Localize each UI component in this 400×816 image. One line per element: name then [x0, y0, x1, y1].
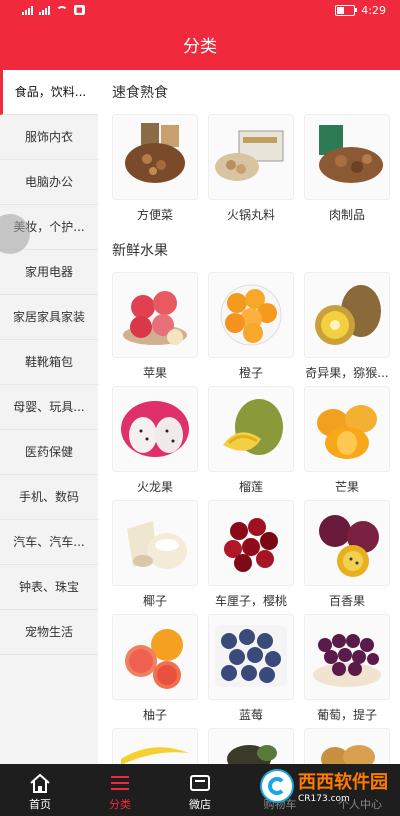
product-tile[interactable]	[208, 728, 294, 764]
clock: 4:29	[361, 4, 386, 17]
product-tile[interactable]: 车厘子，樱桃	[208, 500, 294, 609]
product-label: 葡萄，提子	[316, 708, 377, 722]
product-tile[interactable]: 百香果	[304, 500, 390, 609]
product-tile[interactable]: 奇异果，猕猴...	[304, 272, 390, 381]
watermark: 西西软件园 CR173.com	[260, 768, 388, 804]
pear-image	[304, 728, 390, 764]
grape-image	[304, 614, 390, 700]
product-tile[interactable]: 火龙果	[112, 386, 198, 495]
menu-icon	[108, 772, 132, 794]
product-tile[interactable]: 榴莲	[208, 386, 294, 495]
product-tile[interactable]: 柚子	[112, 614, 198, 723]
section-title: 速食熟食	[112, 85, 168, 101]
sidebar-item-watches[interactable]: 钟表、珠宝	[0, 565, 98, 610]
product-tile[interactable]	[112, 728, 198, 764]
passionfruit-image	[304, 500, 390, 586]
sidebar-item-auto[interactable]: 汽车、汽车...	[0, 520, 98, 565]
section-title: 新鲜水果	[112, 243, 168, 259]
product-tile[interactable]: 苹果	[112, 272, 198, 381]
wifi-icon	[56, 5, 68, 15]
product-label: 榴莲	[238, 480, 263, 494]
product-label: 肉制品	[328, 208, 365, 222]
signal-icon	[39, 5, 50, 15]
box-image	[208, 114, 294, 200]
product-tile[interactable]: 火锅丸料	[208, 114, 294, 223]
coconut-image	[112, 500, 198, 586]
product-tile[interactable]: 方便菜	[112, 114, 198, 223]
tab-shop[interactable]: 微店	[160, 764, 240, 816]
product-label: 苹果	[142, 366, 167, 380]
watermark-logo-icon	[260, 769, 294, 803]
shop-icon	[188, 772, 212, 794]
page-title: 分类	[0, 24, 400, 70]
category-content: 速食熟食 方便菜 火锅丸料 肉制品 新鲜水果 苹果 橙子 奇异果，猕猴... 火…	[98, 70, 400, 764]
kiwi-image	[304, 272, 390, 358]
sidebar-item-baby-toys[interactable]: 母婴、玩具...	[0, 385, 98, 430]
product-label: 方便菜	[136, 208, 173, 222]
product-label: 火龙果	[136, 480, 173, 494]
product-label: 奇异果，猕猴...	[305, 366, 389, 380]
avocado-image	[208, 728, 294, 764]
product-label: 百香果	[328, 594, 365, 608]
product-label: 蓝莓	[238, 708, 263, 722]
product-label: 火锅丸料	[226, 208, 275, 222]
mango-image	[304, 386, 390, 472]
sidebar-item-food[interactable]: 食品，饮料...	[0, 70, 98, 115]
sidebar-item-clothing[interactable]: 服饰内衣	[0, 115, 98, 160]
product-label: 芒果	[334, 480, 359, 494]
tab-category[interactable]: 分类	[80, 764, 160, 816]
product-tile[interactable]: 蓝莓	[208, 614, 294, 723]
sidebar-item-health[interactable]: 医药保健	[0, 430, 98, 475]
banana-image	[112, 728, 198, 764]
apple-image	[112, 272, 198, 358]
home-icon	[28, 772, 52, 794]
sidebar-item-phones[interactable]: 手机、数码	[0, 475, 98, 520]
category-sidebar: 食品，饮料... 服饰内衣 电脑办公 美妆，个护... 家用电器 家居家具家装 …	[0, 70, 98, 764]
product-label: 车厘子，樱桃	[214, 594, 287, 608]
product-label: 椰子	[142, 594, 167, 608]
nuts-image	[112, 114, 198, 200]
sidebar-item-home[interactable]: 家居家具家装	[0, 295, 98, 340]
cherry-image	[208, 500, 294, 586]
signal-icon	[22, 5, 33, 15]
product-tile[interactable]: 橙子	[208, 272, 294, 381]
sidebar-item-appliances[interactable]: 家用电器	[0, 250, 98, 295]
durian-image	[208, 386, 294, 472]
sidebar-item-shoes-bags[interactable]: 鞋靴箱包	[0, 340, 98, 385]
product-tile[interactable]: 芒果	[304, 386, 390, 495]
product-tile[interactable]: 肉制品	[304, 114, 390, 223]
tab-home[interactable]: 首页	[0, 764, 80, 816]
nut-pack-image	[304, 114, 390, 200]
product-tile[interactable]	[304, 728, 390, 764]
sidebar-item-pets[interactable]: 宠物生活	[0, 610, 98, 655]
product-tile[interactable]: 葡萄，提子	[304, 614, 390, 723]
battery-icon	[335, 5, 358, 16]
sidebar-item-computer[interactable]: 电脑办公	[0, 160, 98, 205]
orange-image	[208, 272, 294, 358]
status-bar: ■ 4:29	[0, 0, 400, 24]
dragonfruit-image	[112, 386, 198, 472]
product-tile[interactable]: 椰子	[112, 500, 198, 609]
grapefruit-image	[112, 614, 198, 700]
blueberry-image	[208, 614, 294, 700]
product-label: 橙子	[238, 366, 263, 380]
notification-icon: ■	[74, 5, 85, 15]
product-label: 柚子	[142, 708, 167, 722]
